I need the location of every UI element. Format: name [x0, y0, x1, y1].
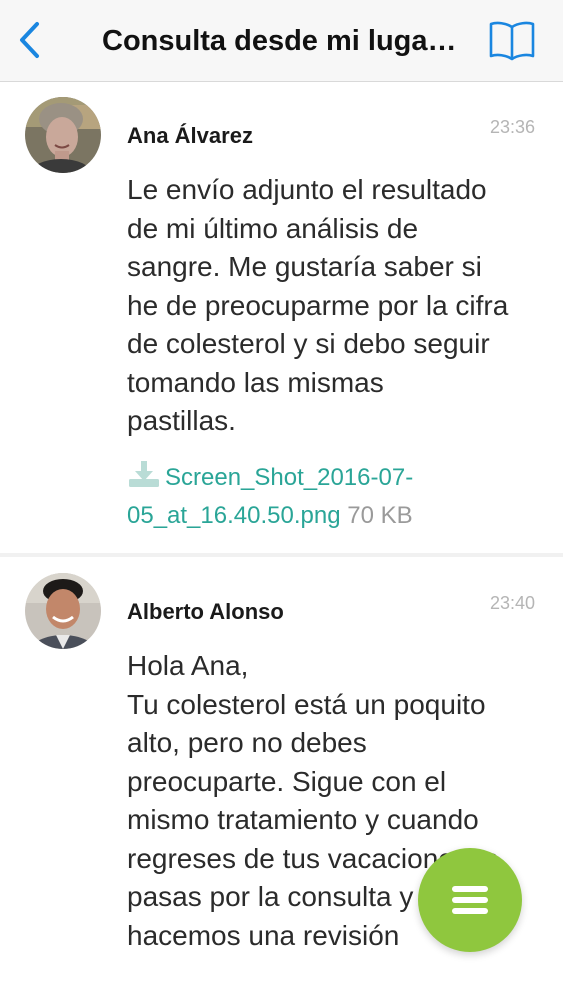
sender-name: Ana Álvarez	[127, 123, 253, 148]
attachment-name-line2: 05_at_16.40.50.png	[127, 502, 341, 529]
download-icon	[127, 459, 161, 489]
attachment-link[interactable]: Screen_Shot_2016-07- 05_at_16.40.50.png 7…	[127, 459, 447, 535]
attachment-name-line1: Screen_Shot_2016-07-	[165, 464, 414, 491]
chevron-left-icon	[20, 22, 39, 58]
page-title: Consulta desde mi lugar de vacaciones	[102, 25, 462, 57]
nav-bar: Consulta desde mi lugar de vacaciones	[0, 0, 563, 82]
menu-button[interactable]	[418, 848, 522, 952]
message-time: 23:36	[489, 117, 535, 137]
message-time: 23:40	[489, 593, 535, 613]
book-button[interactable]	[486, 16, 538, 64]
avatar	[25, 97, 101, 173]
attachment-size: 70 KB	[347, 502, 413, 529]
back-button[interactable]	[10, 18, 50, 62]
menu-icon	[452, 886, 488, 914]
message-text: Le envío adjunto el resultado de mi últi…	[127, 174, 509, 436]
avatar	[25, 573, 101, 649]
sender-name: Alberto Alonso	[127, 599, 284, 624]
message-item: Ana Álvarez 23:36 Le envío adjunto el re…	[0, 83, 563, 553]
book-icon	[489, 21, 535, 61]
